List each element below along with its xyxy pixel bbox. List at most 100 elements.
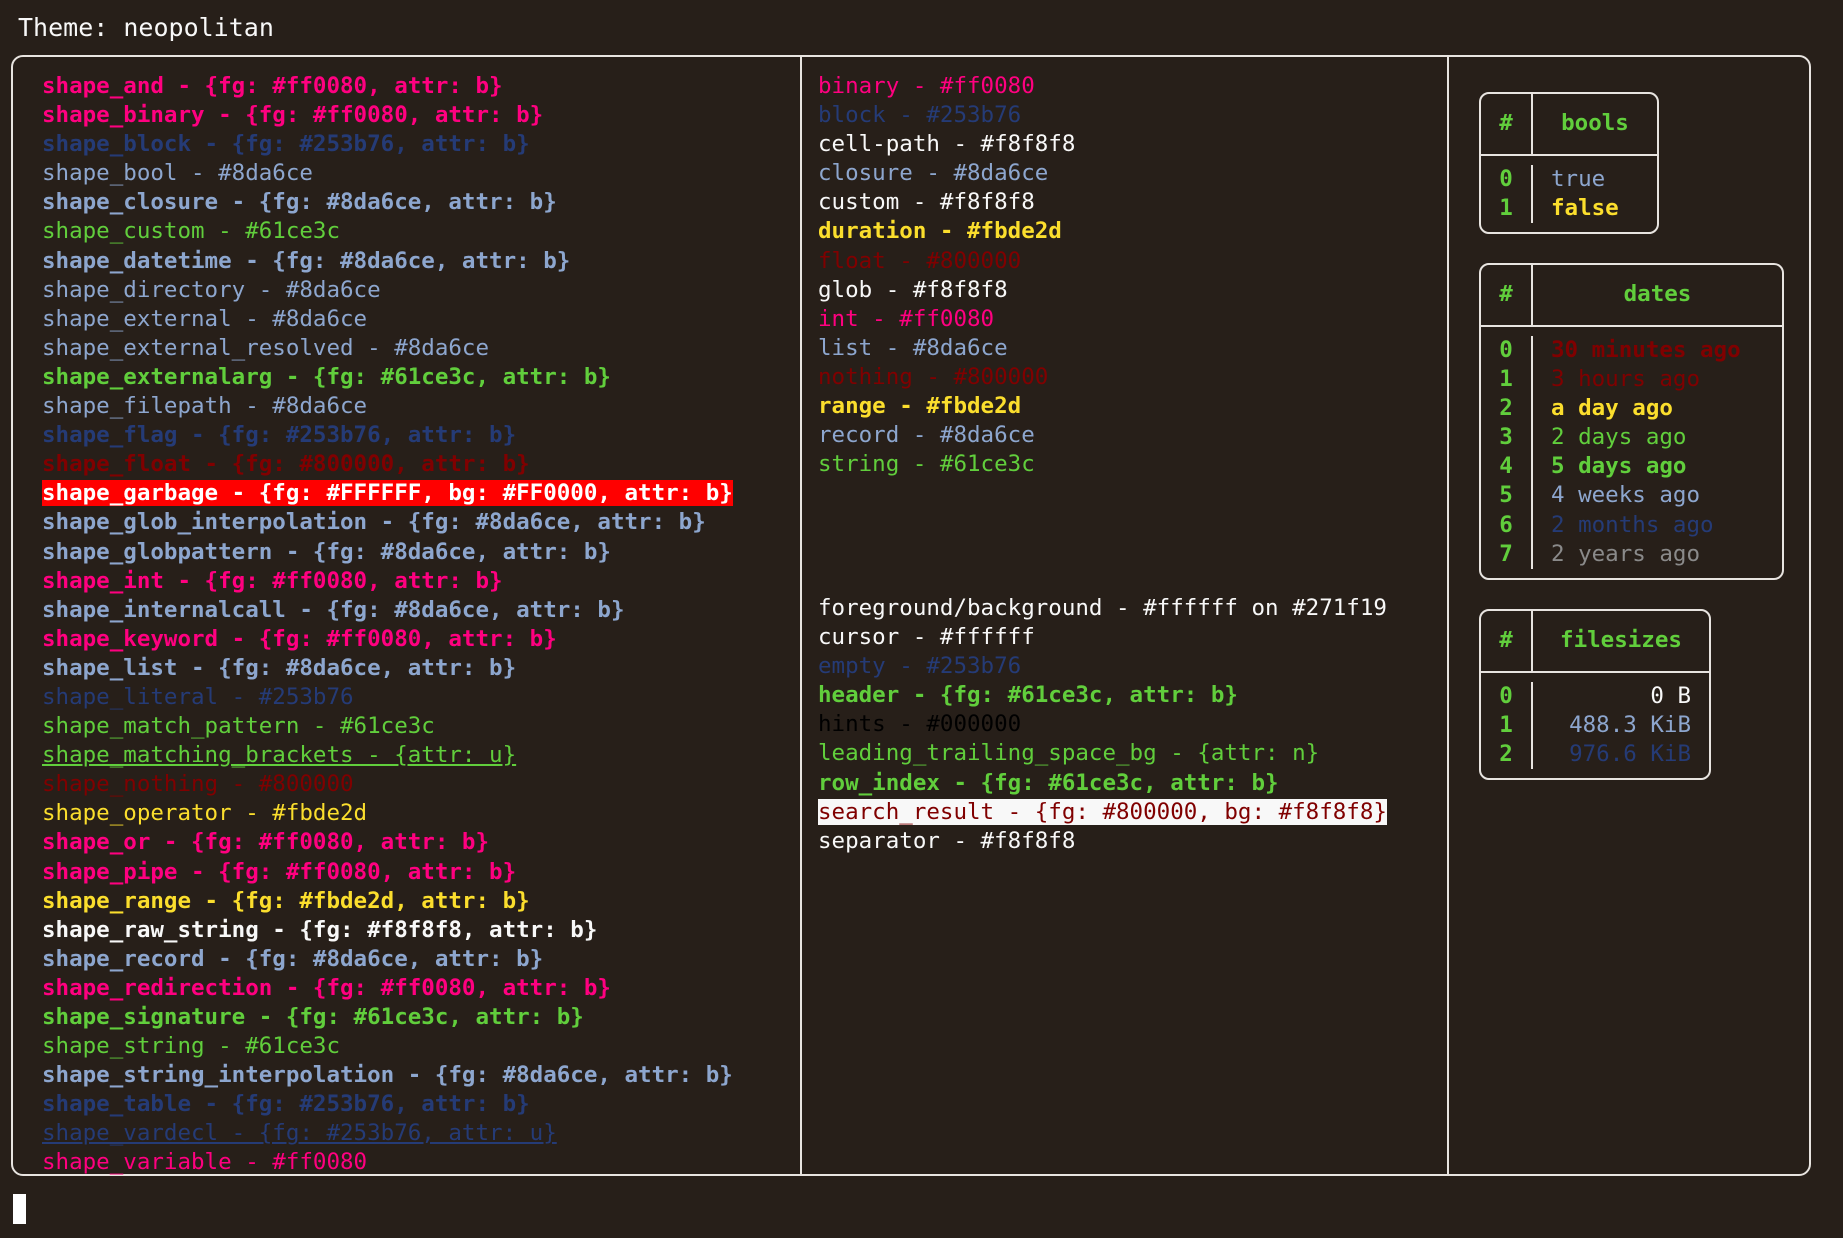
row-value-cell: 976.6 KiB bbox=[1569, 741, 1691, 768]
type-entry: int - #ff0080 bbox=[818, 305, 1075, 334]
shape-entry-text: shape_external - #8da6ce bbox=[42, 305, 368, 332]
shape-entry-text: shape_variable - #ff0080 bbox=[42, 1149, 368, 1176]
shape-entry-text: shape_operator - #fbde2d bbox=[42, 800, 368, 827]
table-row: 1 false bbox=[1481, 194, 1657, 224]
shape-entry-text: shape_raw_string - {fg: #f8f8f8, attr: b… bbox=[42, 916, 598, 943]
shape-entry: shape_internalcall - {fg: #8da6ce, attr:… bbox=[42, 596, 733, 625]
shape-entry-text: shape_pipe - {fg: #ff0080, attr: b} bbox=[42, 858, 517, 885]
shape-entry-text: shape_globpattern - {fg: #8da6ce, attr: … bbox=[42, 538, 611, 565]
shape-entry: shape_datetime - {fg: #8da6ce, attr: b} bbox=[42, 247, 733, 276]
shape-entry-text: shape_redirection - {fg: #ff0080, attr: … bbox=[42, 974, 611, 1001]
column-header-name: filesizes bbox=[1560, 627, 1682, 654]
ui-elements-column: foreground/background - #ffffff on #271f… bbox=[818, 594, 1387, 856]
ui-element-entry: header - {fg: #61ce3c, attr: b} bbox=[818, 681, 1387, 710]
type-entry: float - #800000 bbox=[818, 247, 1075, 276]
shape-entry-text: shape_range - {fg: #fbde2d, attr: b} bbox=[42, 887, 530, 914]
row-index-cell: 2 bbox=[1499, 395, 1513, 422]
shape-entry: shape_block - {fg: #253b76, attr: b} bbox=[42, 130, 733, 159]
column-header-index: # bbox=[1499, 627, 1513, 654]
table-row: 7 2 years ago bbox=[1481, 539, 1782, 569]
shape-entry-text: shape_filepath - #8da6ce bbox=[42, 393, 368, 420]
dates-table-body: 0 30 minutes ago 1 3 hours ago 2 a day ago 3 2 … bbox=[1481, 327, 1782, 578]
table-row: 4 5 days ago bbox=[1481, 452, 1782, 482]
ui-element-entry-text: hints - #000000 bbox=[818, 711, 1022, 738]
shape-entry-text: shape_external_resolved - #8da6ce bbox=[42, 334, 490, 361]
type-entry-text: cell-path - #f8f8f8 bbox=[818, 131, 1076, 158]
table-row: 0 30 minutes ago bbox=[1481, 336, 1782, 366]
table-row: 6 2 months ago bbox=[1481, 510, 1782, 540]
row-index-cell: 0 bbox=[1499, 683, 1513, 709]
filesizes-table-body: 0 0 B 1 488.3 KiB 2 976.6 KiB bbox=[1481, 673, 1709, 778]
ui-element-entry-text: separator - #f8f8f8 bbox=[818, 827, 1076, 854]
shape-entry-text: shape_directory - #8da6ce bbox=[42, 276, 381, 303]
shape-entry: shape_raw_string - {fg: #f8f8f8, attr: b… bbox=[42, 916, 733, 945]
shape-entry: shape_bool - #8da6ce bbox=[42, 159, 733, 188]
shape-entry-text: shape_closure - {fg: #8da6ce, attr: b} bbox=[42, 189, 557, 216]
type-entry-text: string - #61ce3c bbox=[818, 451, 1035, 478]
shape-entry: shape_and - {fg: #ff0080, attr: b} bbox=[42, 72, 733, 101]
row-index-cell: 6 bbox=[1499, 511, 1513, 538]
type-entry: range - #fbde2d bbox=[818, 392, 1075, 421]
table-row: 3 2 days ago bbox=[1481, 423, 1782, 453]
row-index-cell: 2 bbox=[1499, 741, 1513, 768]
shape-entry: shape_string - #61ce3c bbox=[42, 1032, 733, 1061]
shape-entry: shape_vardecl - {fg: #253b76, attr: u} bbox=[42, 1119, 733, 1148]
shape-entry: shape_float - {fg: #800000, attr: b} bbox=[42, 450, 733, 479]
row-index-cell: 0 bbox=[1499, 166, 1513, 192]
shape-entry-text: shape_and - {fg: #ff0080, attr: b} bbox=[42, 73, 503, 99]
ui-element-entry: leading_trailing_space_bg - {attr: n} bbox=[818, 739, 1387, 768]
type-entry: duration - #fbde2d bbox=[818, 217, 1075, 246]
type-entry: record - #8da6ce bbox=[818, 421, 1075, 450]
type-entry: closure - #8da6ce bbox=[818, 159, 1075, 188]
shape-entry: shape_filepath - #8da6ce bbox=[42, 392, 733, 421]
dates-table: # dates 0 30 minutes ago 1 3 hours ago 2 a day … bbox=[1479, 263, 1784, 580]
shape-entry-text: shape_table - {fg: #253b76, attr: b} bbox=[42, 1091, 530, 1118]
shape-entry-text: shape_string - #61ce3c bbox=[42, 1033, 341, 1060]
type-entry: block - #253b76 bbox=[818, 101, 1075, 130]
ui-element-entry-text: foreground/background - #ffffff on #271f… bbox=[818, 595, 1387, 621]
shape-entry: shape_keyword - {fg: #ff0080, attr: b} bbox=[42, 625, 733, 654]
type-entry-text: binary - #ff0080 bbox=[818, 73, 1035, 99]
bools-table-body: 0 true 1 false bbox=[1481, 156, 1657, 232]
shape-entry: shape_directory - #8da6ce bbox=[42, 276, 733, 305]
type-entry-text: block - #253b76 bbox=[818, 102, 1022, 129]
ui-element-entry: hints - #000000 bbox=[818, 710, 1387, 739]
shape-entry-text: shape_nothing - #800000 bbox=[42, 771, 354, 798]
shape-entry-text: shape_garbage - {fg: #FFFFFF, bg: #FF000… bbox=[42, 480, 733, 507]
shape-entry-text: shape_flag - {fg: #253b76, attr: b} bbox=[42, 422, 517, 449]
filesizes-table-header: # filesizes bbox=[1481, 611, 1709, 673]
shape-entry-text: shape_datetime - {fg: #8da6ce, attr: b} bbox=[42, 247, 571, 274]
ui-element-entry: cursor - #ffffff bbox=[818, 623, 1387, 652]
shape-entry: shape_signature - {fg: #61ce3c, attr: b} bbox=[42, 1003, 733, 1032]
column-header-name: dates bbox=[1623, 281, 1692, 308]
shapes-column: shape_and - {fg: #ff0080, attr: b} shape_… bbox=[42, 72, 733, 1178]
table-row: 2 976.6 KiB bbox=[1481, 740, 1709, 770]
shape-entry: shape_nothing - #800000 bbox=[42, 770, 733, 799]
table-row: 0 0 B bbox=[1481, 682, 1709, 712]
shape-entry: shape_literal - #253b76 bbox=[42, 683, 733, 712]
row-index-cell: 7 bbox=[1499, 540, 1513, 567]
theme-title: Theme: neopolitan bbox=[18, 13, 274, 42]
shape-entry-text: shape_or - {fg: #ff0080, attr: b} bbox=[42, 829, 490, 856]
shape-entry: shape_pipe - {fg: #ff0080, attr: b} bbox=[42, 858, 733, 887]
table-row: 0 true bbox=[1481, 165, 1657, 195]
row-value-cell: 3 hours ago bbox=[1551, 366, 1701, 393]
ui-element-entry-text: cursor - #ffffff bbox=[818, 624, 1035, 651]
bools-table: # bools 0 true 1 false bbox=[1479, 92, 1659, 235]
filesizes-table: # filesizes 0 0 B 1 488.3 KiB 2 976.6 KiB bbox=[1479, 609, 1711, 781]
ui-element-entry: foreground/background - #ffffff on #271f… bbox=[818, 594, 1387, 623]
shape-entry-text: shape_float - {fg: #800000, attr: b} bbox=[42, 451, 530, 478]
shape-entry-text: shape_keyword - {fg: #ff0080, attr: b} bbox=[42, 625, 557, 652]
shape-entry-text: shape_signature - {fg: #61ce3c, attr: b} bbox=[42, 1004, 584, 1030]
terminal-cursor bbox=[13, 1194, 26, 1224]
row-index-cell: 0 bbox=[1499, 337, 1513, 363]
shape-entry: shape_redirection - {fg: #ff0080, attr: … bbox=[42, 974, 733, 1003]
shape-entry: shape_record - {fg: #8da6ce, attr: b} bbox=[42, 945, 733, 974]
shape-entry: shape_globpattern - {fg: #8da6ce, attr: … bbox=[42, 538, 733, 567]
type-entry-text: float - #800000 bbox=[818, 247, 1022, 274]
table-row: 5 4 weeks ago bbox=[1481, 481, 1782, 511]
shape-entry-text: shape_vardecl - {fg: #253b76, attr: u} bbox=[42, 1120, 557, 1147]
row-index-cell: 1 bbox=[1499, 712, 1513, 739]
ui-element-entry-text: row_index - {fg: #61ce3c, attr: b} bbox=[818, 769, 1279, 796]
row-value-cell: 488.3 KiB bbox=[1569, 712, 1691, 739]
